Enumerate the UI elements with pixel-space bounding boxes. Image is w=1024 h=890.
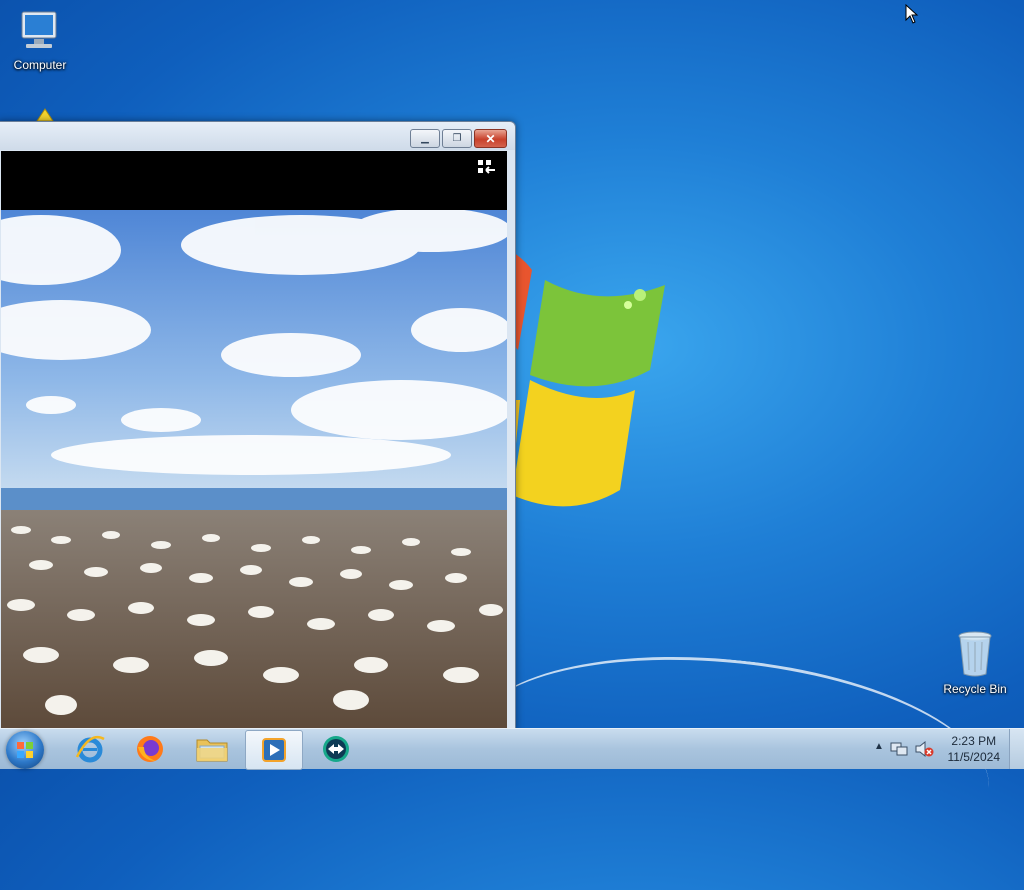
- start-button[interactable]: [6, 731, 44, 769]
- system-tray: ▲ 2:23 PM 11/5/2024: [864, 729, 1024, 769]
- exit-fullscreen-icon[interactable]: [477, 159, 497, 177]
- restore-icon: ❐: [452, 132, 462, 144]
- taskbar: ▲ 2:23 PM 11/5/2024: [0, 728, 1024, 770]
- taskbar-ie[interactable]: [62, 730, 118, 768]
- clock-time: 2:23 PM: [951, 734, 997, 748]
- internet-explorer-icon: [75, 735, 105, 763]
- clock[interactable]: 2:23 PM 11/5/2024: [948, 733, 1001, 765]
- teamviewer-icon: [323, 736, 349, 762]
- slideshow-photo: [1, 210, 507, 729]
- minimize-button[interactable]: ▁: [410, 129, 440, 148]
- desktop-icon-computer[interactable]: Computer: [0, 10, 80, 72]
- folder-icon: [196, 739, 228, 762]
- desktop-icon-recycle-bin[interactable]: Recycle Bin: [935, 630, 1015, 696]
- window-titlebar[interactable]: ▁ ❐ ✕: [0, 122, 515, 150]
- desktop-icon-label: Recycle Bin: [943, 682, 1007, 696]
- media-player-icon: [262, 738, 286, 762]
- taskbar-media-player[interactable]: [245, 730, 303, 770]
- minimize-icon: ▁: [421, 132, 429, 144]
- taskbar-teamviewer[interactable]: [308, 730, 364, 768]
- recycle-bin-icon: [958, 631, 992, 677]
- windows-logo-icon: [17, 742, 33, 758]
- player-black-bar: [1, 151, 507, 210]
- restore-button[interactable]: ❐: [442, 129, 472, 148]
- show-desktop-button[interactable]: [1009, 729, 1024, 769]
- firefox-icon: [137, 736, 163, 762]
- taskbar-firefox[interactable]: [122, 730, 178, 768]
- volume-muted-icon[interactable]: [914, 740, 934, 758]
- close-button[interactable]: ✕: [474, 129, 507, 148]
- taskbar-explorer[interactable]: [184, 730, 240, 768]
- windows-wallpaper-logo: [510, 250, 665, 510]
- close-icon: ✕: [485, 131, 496, 146]
- computer-icon: [21, 11, 57, 48]
- player-area[interactable]: [1, 151, 507, 729]
- show-hidden-icons-icon[interactable]: ▲: [874, 741, 884, 752]
- warning-icon: [36, 108, 54, 122]
- network-icon[interactable]: [890, 740, 908, 758]
- media-window[interactable]: ▁ ❐ ✕: [0, 121, 516, 732]
- desktop-icon-label: Computer: [13, 58, 67, 72]
- clock-date: 11/5/2024: [947, 750, 1001, 764]
- mouse-cursor-icon: [905, 4, 919, 24]
